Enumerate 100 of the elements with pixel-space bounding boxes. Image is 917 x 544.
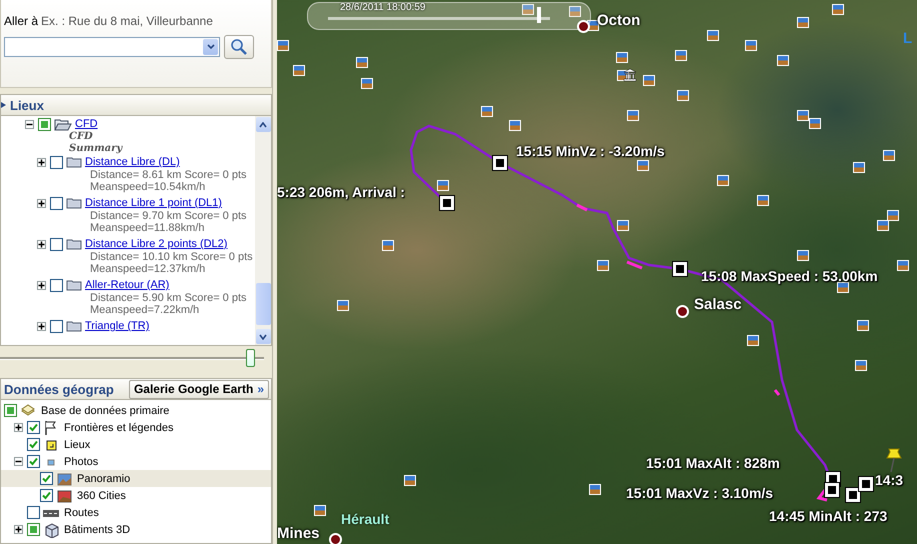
expand-icon[interactable]: [37, 158, 46, 166]
checkbox[interactable]: [40, 489, 53, 502]
layer-row[interactable]: 360 Cities: [1, 487, 271, 504]
checkbox[interactable]: [27, 455, 40, 468]
checkbox[interactable]: [40, 472, 53, 485]
photo-marker-icon[interactable]: [887, 210, 899, 221]
checkbox[interactable]: [50, 196, 63, 210]
photo-marker-icon[interactable]: [314, 505, 326, 516]
checkbox[interactable]: [50, 278, 63, 292]
town-marker[interactable]: [676, 305, 689, 318]
photo-marker-icon[interactable]: [853, 162, 865, 173]
layer-row[interactable]: Lieux: [1, 436, 271, 453]
scrollbar[interactable]: [255, 116, 271, 345]
folder-link[interactable]: Distance Libre (DL): [85, 156, 180, 168]
collapse-icon[interactable]: [14, 457, 23, 466]
waypoint-marker[interactable]: [440, 196, 454, 210]
search-button[interactable]: [224, 35, 254, 59]
photo-marker-icon[interactable]: [627, 110, 639, 121]
scroll-down-icon[interactable]: [259, 334, 267, 340]
folder-link[interactable]: Distance Libre 1 point (DL1): [85, 197, 222, 209]
checkbox[interactable]: [4, 404, 17, 417]
scroll-up-icon[interactable]: [259, 122, 267, 128]
waypoint-marker[interactable]: [846, 488, 860, 502]
museum-icon[interactable]: [623, 68, 637, 82]
panel-header[interactable]: Lieux: [0, 94, 272, 116]
layer-row[interactable]: Frontières et légendes: [1, 419, 271, 436]
search-field[interactable]: [4, 37, 220, 57]
checkbox[interactable]: [38, 118, 51, 130]
town-marker[interactable]: [577, 20, 590, 33]
photo-marker-icon[interactable]: [569, 6, 581, 17]
photo-marker-icon[interactable]: [522, 4, 534, 15]
photo-marker-icon[interactable]: [277, 40, 289, 51]
waypoint-marker[interactable]: [493, 156, 507, 170]
scrollbar-thumb[interactable]: [256, 283, 270, 325]
checkbox[interactable]: [27, 506, 40, 519]
photo-marker-icon[interactable]: [361, 78, 373, 89]
photo-marker-icon[interactable]: [675, 50, 687, 61]
expand-icon[interactable]: [14, 525, 23, 534]
photo-marker-icon[interactable]: [382, 240, 394, 251]
photo-marker-icon[interactable]: [437, 180, 449, 191]
photo-marker-icon[interactable]: [643, 75, 655, 86]
photo-marker-icon[interactable]: [637, 160, 649, 171]
checkbox[interactable]: [27, 523, 40, 536]
photo-marker-icon[interactable]: [597, 260, 609, 271]
time-slider[interactable]: 28/6/2011 18:00:59: [307, 2, 591, 30]
expand-icon[interactable]: [14, 423, 23, 432]
layer-row[interactable]: Photos: [1, 453, 271, 470]
waypoint-marker[interactable]: [673, 262, 687, 276]
folder-link[interactable]: Triangle (TR): [85, 320, 150, 332]
photo-marker-icon[interactable]: [717, 175, 729, 186]
photo-marker-icon[interactable]: [404, 475, 416, 486]
photo-marker-icon[interactable]: [509, 120, 521, 131]
panel-title[interactable]: Données géograp: [4, 382, 114, 396]
photo-marker-icon[interactable]: [809, 118, 821, 129]
photo-marker-icon[interactable]: [677, 90, 689, 101]
photo-marker-icon[interactable]: [745, 40, 757, 51]
expand-icon[interactable]: [37, 322, 46, 330]
collapse-icon[interactable]: [25, 120, 34, 128]
collapse-icon[interactable]: [1, 101, 7, 109]
folder-link[interactable]: Aller-Retour (AR): [85, 279, 170, 291]
photo-marker-icon[interactable]: [356, 57, 368, 68]
expand-icon[interactable]: [37, 280, 46, 290]
checkbox[interactable]: [50, 156, 63, 168]
photo-marker-icon[interactable]: [877, 220, 889, 231]
photo-marker-icon[interactable]: [897, 260, 909, 271]
photo-marker-icon[interactable]: [293, 65, 305, 76]
photo-marker-icon[interactable]: [707, 30, 719, 41]
layer-row[interactable]: Base de données primaire: [1, 402, 271, 419]
layer-row[interactable]: Bâtiments 3D: [1, 521, 271, 538]
photo-marker-icon[interactable]: [481, 106, 493, 117]
checkbox[interactable]: [27, 421, 40, 434]
checkbox[interactable]: [50, 320, 63, 332]
waypoint-marker[interactable]: [859, 477, 873, 491]
photo-marker-icon[interactable]: [837, 282, 849, 293]
folder-link[interactable]: Distance Libre 2 points (DL2): [85, 238, 228, 250]
checkbox[interactable]: [27, 438, 40, 451]
photo-marker-icon[interactable]: [589, 484, 601, 495]
layer-row[interactable]: Panoramio: [1, 470, 271, 487]
photo-marker-icon[interactable]: [777, 55, 789, 66]
photo-marker-icon[interactable]: [617, 220, 629, 231]
score-text: Distance= 8.61 km Score= 0 pts: [90, 169, 247, 181]
photo-marker-icon[interactable]: [616, 52, 628, 63]
photo-marker-icon[interactable]: [883, 150, 895, 161]
layer-row[interactable]: Routes: [1, 504, 271, 521]
photo-marker-icon[interactable]: [832, 4, 844, 15]
photo-marker-icon[interactable]: [857, 320, 869, 331]
photo-marker-icon[interactable]: [747, 335, 759, 346]
expand-icon[interactable]: [37, 240, 46, 248]
town-marker[interactable]: [329, 533, 342, 544]
photo-marker-icon[interactable]: [797, 17, 809, 28]
gallery-button[interactable]: Galerie Google Earth »: [128, 380, 269, 398]
photo-marker-icon[interactable]: [797, 110, 809, 121]
waypoint-marker[interactable]: [825, 483, 839, 497]
photo-marker-icon[interactable]: [337, 300, 349, 311]
photo-marker-icon[interactable]: [855, 360, 867, 371]
folder-link[interactable]: CFD: [75, 118, 98, 130]
checkbox[interactable]: [50, 238, 63, 250]
photo-marker-icon[interactable]: [757, 195, 769, 206]
expand-icon[interactable]: [37, 198, 46, 208]
photo-marker-icon[interactable]: [797, 250, 809, 261]
